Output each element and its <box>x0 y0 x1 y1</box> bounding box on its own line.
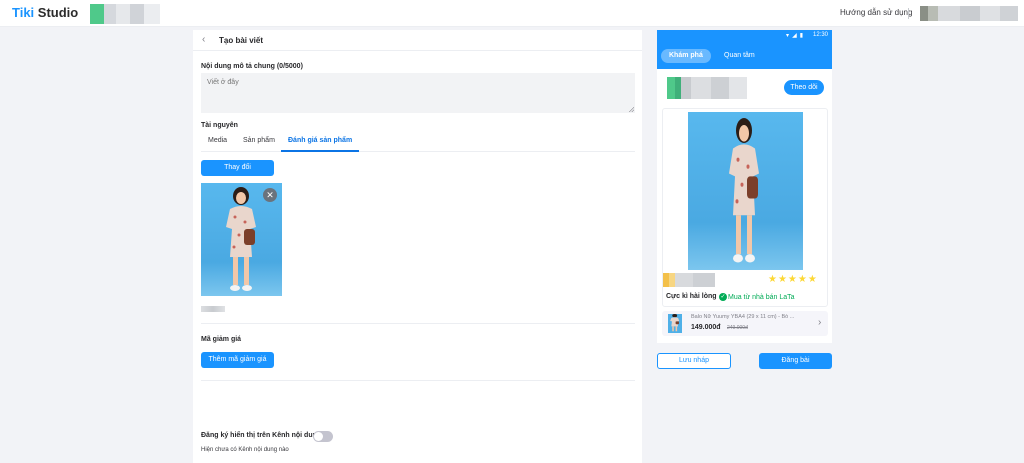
top-bar: Tiki Studio Hướng dẫn sử dụng <box>0 0 1024 27</box>
signal-icon: ◢ <box>792 33 800 39</box>
change-button[interactable]: Thay đổi <box>201 160 274 176</box>
add-coupon-button[interactable]: Thêm mã giảm giá <box>201 352 274 368</box>
shop-logo-blurred <box>90 4 160 24</box>
description-label: Nội dung mô tả chung (0/5000) <box>201 63 303 70</box>
register-channel-toggle[interactable] <box>313 431 333 442</box>
review-card: ★★★★★ Cực kì hài lòng ✓ Mua từ nhà bán La… <box>662 108 828 307</box>
section-divider <box>201 323 635 324</box>
person-illustration <box>670 314 680 332</box>
coupon-label: Mã giảm giá <box>201 336 242 343</box>
help-link[interactable]: Hướng dẫn sử dụng <box>840 8 912 17</box>
check-circle-icon: ✓ <box>719 293 727 301</box>
preview-nav: Khám phá Quan tâm <box>657 41 832 69</box>
brand-tiki: Tiki <box>12 5 35 20</box>
review-photo: ✕ <box>201 183 282 296</box>
person-illustration <box>729 118 759 263</box>
brand-studio: Studio <box>34 5 79 20</box>
photo-caption-blurred <box>201 306 225 312</box>
person-illustration <box>226 187 256 291</box>
mobile-preview: ▾◢▮ 12:30 Khám phá Quan tâm Theo dõi ★★★… <box>657 30 832 343</box>
panel-header: ‹ Tạo bài viết <box>193 30 642 51</box>
toggle-knob <box>314 432 323 441</box>
post-header: Theo dõi <box>657 69 832 107</box>
resource-tabs: Media Sản phẩm Đánh giá sản phẩm <box>201 134 635 152</box>
description-textarea[interactable] <box>201 73 635 113</box>
product-link[interactable]: Balo Nữ Yuumy YBA4 (29 x 11 cm) - Bò ...… <box>662 311 828 336</box>
verified-text: Mua từ nhà bán LaTa <box>728 293 795 301</box>
preview-photo <box>688 112 803 270</box>
textarea-resize-handle[interactable] <box>629 107 634 112</box>
star-icon: ★★★★★ <box>768 274 818 285</box>
page-title: Tạo bài viết <box>219 36 264 45</box>
shop-name-blurred <box>663 273 715 287</box>
status-bar: ▾◢▮ 12:30 <box>657 30 832 41</box>
follow-button[interactable]: Theo dõi <box>784 80 824 95</box>
save-draft-button[interactable]: Lưu nháp <box>657 353 731 369</box>
product-name: Balo Nữ Yuumy YBA4 (29 x 11 cm) - Bò ... <box>691 314 795 320</box>
description-label-prefix: Nội dung mô tả chung ( <box>201 63 280 70</box>
seller-avatar-blurred <box>667 77 747 99</box>
resources-label: Tài nguyên <box>201 122 238 129</box>
tab-product-reviews[interactable]: Đánh giá sản phẩm <box>281 137 360 152</box>
rating-text: Cực kì hài lòng <box>666 293 717 300</box>
divider <box>908 8 909 19</box>
description-label-suffix: /5000) <box>283 63 303 70</box>
preview-tab-explore[interactable]: Khám phá <box>661 49 711 63</box>
register-channel-label: Đăng ký hiển thị trên Kênh nội dung <box>201 432 322 439</box>
product-thumbnail <box>668 314 682 333</box>
product-price: 149.000đ <box>691 324 721 331</box>
close-icon[interactable]: ✕ <box>263 188 277 202</box>
section-divider <box>201 380 635 381</box>
preview-tab-following[interactable]: Quan tâm <box>716 49 763 63</box>
user-menu-blurred[interactable] <box>920 6 1018 21</box>
product-old-price: 249.000đ <box>727 325 748 331</box>
create-post-panel: ‹ Tạo bài viết Nội dung mô tả chung (0/5… <box>193 30 642 463</box>
battery-icon: ▮ <box>799 33 806 39</box>
chevron-right-icon: › <box>818 317 822 328</box>
tab-media[interactable]: Media <box>201 137 234 152</box>
status-icons: ▾◢▮ <box>786 32 806 39</box>
chevron-left-icon[interactable]: ‹ <box>202 35 212 45</box>
tab-products[interactable]: Sản phẩm <box>236 137 282 152</box>
publish-button[interactable]: Đăng bài <box>759 353 832 369</box>
register-channel-hint: Hiện chưa có Kênh nội dung nào <box>201 447 289 453</box>
status-time: 12:30 <box>812 32 828 38</box>
verified-purchase: ✓ Mua từ nhà bán LaTa <box>719 293 795 301</box>
brand-logo[interactable]: Tiki Studio <box>12 5 78 20</box>
